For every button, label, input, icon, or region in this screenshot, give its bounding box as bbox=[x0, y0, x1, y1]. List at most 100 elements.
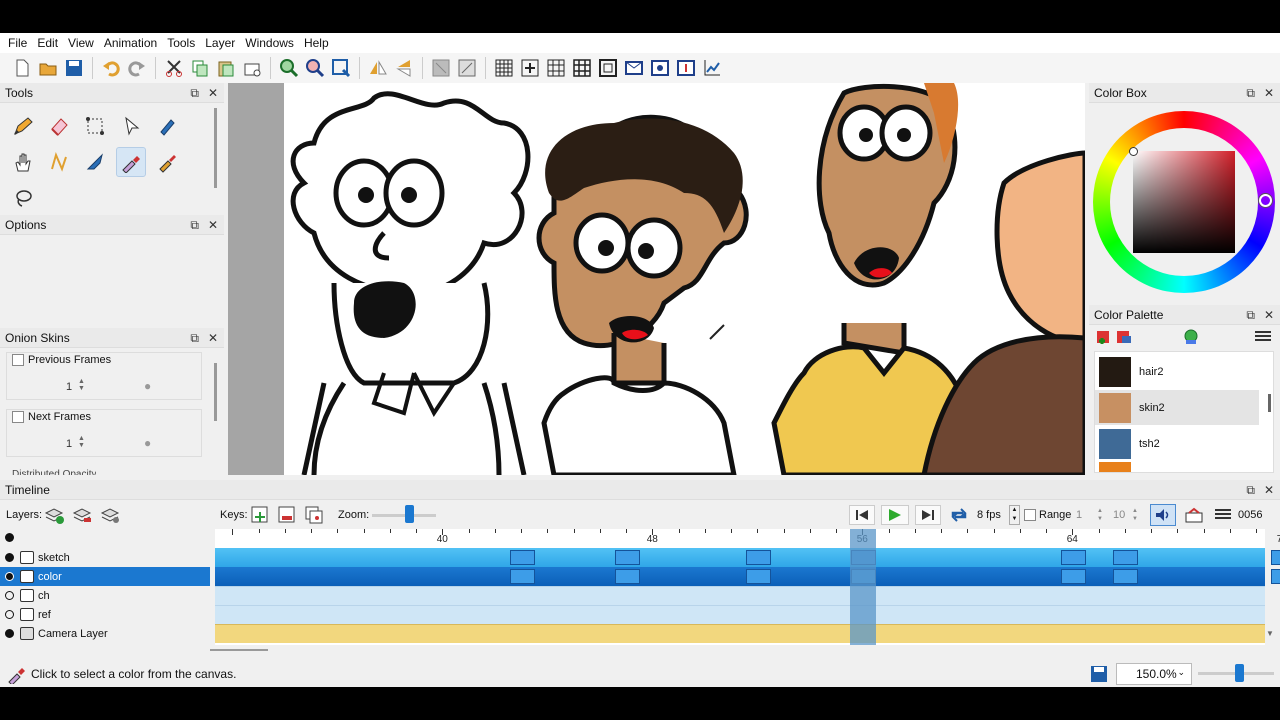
save-status-icon[interactable] bbox=[1089, 664, 1109, 684]
close-panel-icon[interactable]: ✕ bbox=[208, 331, 218, 346]
undo-icon[interactable] bbox=[99, 56, 123, 80]
menu-edit[interactable]: Edit bbox=[32, 36, 63, 50]
play-button[interactable] bbox=[881, 505, 909, 525]
color-dialog-icon[interactable] bbox=[1183, 329, 1199, 345]
jump-end-button[interactable] bbox=[915, 505, 941, 525]
menu-layer[interactable]: Layer bbox=[200, 36, 240, 50]
timeline-menu-icon[interactable] bbox=[1212, 505, 1234, 525]
tools-scrollbar[interactable] bbox=[214, 108, 217, 188]
spin-arrows-icon[interactable]: ▲ ▼ bbox=[78, 378, 85, 392]
flip-horizontal-icon[interactable] bbox=[366, 56, 390, 80]
saturation-value-square[interactable] bbox=[1133, 151, 1235, 253]
zoom-status-slider-handle[interactable] bbox=[1235, 664, 1244, 682]
visibility-dot-icon[interactable] bbox=[5, 610, 14, 619]
open-folder-icon[interactable] bbox=[36, 56, 60, 80]
hand-icon[interactable] bbox=[8, 147, 38, 177]
graph-icon[interactable] bbox=[700, 56, 724, 80]
pointer-icon[interactable] bbox=[116, 111, 146, 141]
close-panel-icon[interactable]: ✕ bbox=[1264, 308, 1274, 323]
visibility-dot-icon[interactable] bbox=[5, 553, 14, 562]
new-file-icon[interactable] bbox=[10, 56, 34, 80]
pencil-icon[interactable] bbox=[8, 111, 38, 141]
scrub-icon[interactable] bbox=[1182, 505, 1206, 525]
track-ch[interactable] bbox=[215, 586, 1265, 605]
layer-row-color[interactable]: color bbox=[0, 567, 210, 586]
menu-tools[interactable]: Tools bbox=[162, 36, 200, 50]
palette-item-skin2[interactable]: skin2 bbox=[1095, 390, 1259, 425]
add-layer-icon[interactable] bbox=[44, 505, 64, 525]
visibility-dot-icon[interactable] bbox=[5, 572, 14, 581]
close-panel-icon[interactable]: ✕ bbox=[1264, 483, 1274, 498]
float-panel-icon[interactable]: ⧉ bbox=[1246, 308, 1255, 323]
add-color-icon[interactable] bbox=[1096, 330, 1112, 344]
layer-row-camera[interactable]: Camera Layer bbox=[0, 624, 210, 643]
playhead[interactable] bbox=[850, 529, 877, 645]
zoom-out-icon[interactable] bbox=[303, 56, 327, 80]
sound-toggle-button[interactable] bbox=[1150, 504, 1176, 526]
remove-key-icon[interactable] bbox=[278, 506, 296, 524]
zoom-slider-handle[interactable] bbox=[405, 505, 414, 523]
lasso-icon[interactable] bbox=[8, 183, 38, 213]
track-camera[interactable] bbox=[215, 624, 1265, 643]
remove-color-icon[interactable] bbox=[1116, 330, 1132, 344]
layer-settings-icon[interactable] bbox=[100, 505, 120, 525]
keyframe[interactable] bbox=[509, 569, 535, 584]
range-end-input[interactable]: 10 bbox=[1113, 509, 1125, 521]
safe-area-icon[interactable] bbox=[596, 56, 620, 80]
keyframe[interactable] bbox=[1270, 550, 1280, 565]
camera-frame-icon[interactable] bbox=[648, 56, 672, 80]
duplicate-key-icon[interactable] bbox=[305, 506, 323, 524]
grid-thirds-icon[interactable] bbox=[544, 56, 568, 80]
eyedropper-icon[interactable] bbox=[116, 147, 146, 177]
range-start-spin-icon[interactable]: ▲ ▼ bbox=[1097, 507, 1103, 523]
flip-vertical-icon[interactable] bbox=[392, 56, 416, 80]
float-panel-icon[interactable]: ⧉ bbox=[1246, 86, 1255, 101]
remove-layer-icon[interactable] bbox=[72, 505, 92, 525]
range-checkbox[interactable] bbox=[1024, 509, 1036, 521]
track-color[interactable] bbox=[215, 567, 1280, 586]
opacity-bulb-icon[interactable]: ● bbox=[144, 379, 151, 393]
keyframe[interactable] bbox=[745, 569, 771, 584]
float-panel-icon[interactable]: ⧉ bbox=[190, 86, 199, 101]
fps-spin-arrows[interactable]: ▲ ▼ bbox=[1009, 505, 1020, 525]
polyline-icon[interactable] bbox=[44, 147, 74, 177]
zoom-slider-track[interactable] bbox=[372, 514, 436, 517]
save-icon[interactable] bbox=[62, 56, 86, 80]
paste-icon[interactable] bbox=[214, 56, 238, 80]
keyframe[interactable] bbox=[614, 569, 640, 584]
loop-icon[interactable] bbox=[947, 505, 971, 525]
track-ref[interactable] bbox=[215, 605, 1265, 624]
float-panel-icon[interactable]: ⧉ bbox=[1246, 483, 1255, 498]
keyframe[interactable] bbox=[1270, 569, 1280, 584]
eraser-icon[interactable] bbox=[44, 111, 74, 141]
palette-scrollbar[interactable] bbox=[1268, 394, 1271, 412]
menu-help[interactable]: Help bbox=[299, 36, 334, 50]
bucket-icon[interactable] bbox=[152, 111, 182, 141]
visibility-dot-icon[interactable] bbox=[5, 629, 14, 638]
onion-icon[interactable] bbox=[455, 56, 479, 80]
keyframe[interactable] bbox=[1060, 569, 1086, 584]
timeline-hscrollbar[interactable] bbox=[210, 649, 268, 651]
drawing-canvas[interactable] bbox=[228, 83, 1085, 475]
redo-icon[interactable] bbox=[125, 56, 149, 80]
palette-menu-icon[interactable] bbox=[1254, 330, 1272, 344]
copy-icon[interactable] bbox=[188, 56, 212, 80]
layer-row-ch[interactable]: ch bbox=[0, 586, 210, 605]
grid-icon[interactable] bbox=[492, 56, 516, 80]
keyframe[interactable] bbox=[1060, 550, 1086, 565]
smudge-icon[interactable] bbox=[80, 147, 110, 177]
canvas-page[interactable] bbox=[284, 83, 1085, 475]
layer-row-sketch[interactable]: sketch bbox=[0, 548, 210, 567]
float-panel-icon[interactable]: ⧉ bbox=[190, 218, 199, 233]
close-panel-icon[interactable]: ✕ bbox=[208, 86, 218, 101]
visibility-dot-icon[interactable] bbox=[5, 591, 14, 600]
menu-windows[interactable]: Windows bbox=[240, 36, 299, 50]
tracks-scroll-down-icon[interactable]: ▼ bbox=[1266, 629, 1274, 638]
keyframe[interactable] bbox=[745, 550, 771, 565]
camera-path-icon[interactable] bbox=[622, 56, 646, 80]
grid-fine-icon[interactable] bbox=[570, 56, 594, 80]
sv-picker-handle[interactable] bbox=[1129, 147, 1138, 156]
zoom-in-icon[interactable] bbox=[277, 56, 301, 80]
zoom-fit-icon[interactable] bbox=[329, 56, 353, 80]
add-key-icon[interactable] bbox=[251, 506, 269, 524]
